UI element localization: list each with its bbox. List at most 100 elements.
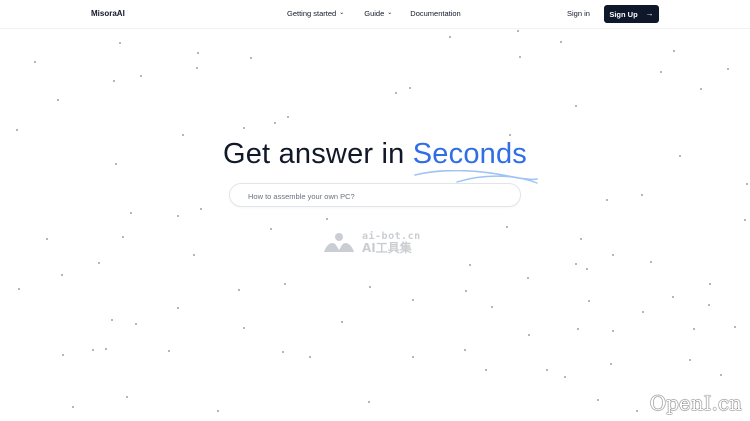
background-dot: [517, 30, 519, 32]
background-dot: [57, 99, 59, 101]
corner-watermark: OpenI.cn: [649, 391, 742, 415]
signup-button[interactable]: Sign Up →: [604, 5, 659, 23]
watermark-logo-icon: [324, 233, 354, 252]
background-dot: [588, 300, 590, 302]
watermark-line2: AI工具集: [362, 241, 412, 255]
background-dot: [612, 330, 614, 332]
background-dot: [284, 283, 286, 285]
background-dot: [62, 354, 64, 356]
background-dot: [709, 283, 711, 285]
background-dot: [243, 127, 245, 129]
background-dot: [485, 369, 487, 371]
chevron-down-icon: ⌄: [387, 9, 393, 16]
hero-title: Get answer in Seconds: [0, 138, 750, 184]
background-dot: [238, 289, 240, 291]
background-dot: [642, 311, 644, 313]
hero-title-accent: Seconds: [413, 138, 538, 184]
nav-menu: Getting started ⌄ Guide ⌄ Documentation: [287, 9, 461, 18]
background-dot: [546, 369, 548, 371]
background-dot: [597, 399, 599, 401]
background-dot: [92, 349, 94, 351]
background-dot: [577, 328, 579, 330]
hero-title-prefix: Get answer in: [222, 138, 413, 170]
background-dot: [111, 319, 113, 321]
background-dot: [126, 396, 128, 398]
background-dot: [412, 299, 414, 301]
background-dot: [519, 56, 521, 58]
nav-item-documentation[interactable]: Documentation: [410, 9, 460, 18]
search-input[interactable]: [246, 189, 510, 204]
background-dot: [612, 254, 614, 256]
background-dot: [641, 194, 643, 196]
background-dot: [636, 410, 638, 412]
background-dot: [113, 80, 115, 82]
nav-item-label: Guide: [364, 9, 385, 18]
background-dot: [46, 238, 48, 240]
background-dot: [744, 219, 746, 221]
background-dot: [727, 68, 729, 70]
background-dot: [564, 376, 566, 378]
background-dots: [0, 0, 750, 421]
background-dot: [140, 75, 142, 77]
background-dot: [217, 410, 219, 412]
background-dot: [412, 356, 414, 358]
background-dot: [689, 359, 691, 361]
background-dot: [660, 71, 662, 73]
background-dot: [527, 277, 529, 279]
background-dot: [177, 307, 179, 309]
nav-item-guide[interactable]: Guide ⌄: [364, 9, 392, 18]
top-navbar: MisoraAI Getting started ⌄ Guide ⌄ Docum…: [0, 0, 750, 29]
background-dot: [369, 286, 371, 288]
background-dot: [250, 57, 252, 59]
background-dot: [650, 261, 652, 263]
background-dot: [197, 52, 199, 54]
background-dot: [606, 199, 608, 201]
background-dot: [469, 264, 471, 266]
background-dot: [119, 42, 121, 44]
background-dot: [449, 36, 451, 38]
nav-item-getting-started[interactable]: Getting started ⌄: [287, 9, 344, 18]
background-dot: [34, 61, 36, 63]
background-dot: [491, 306, 493, 308]
background-dot: [72, 406, 74, 408]
chevron-down-icon: ⌄: [339, 9, 345, 16]
background-dot: [200, 208, 202, 210]
watermark: ai-bot.cn AI工具集: [322, 232, 421, 254]
arrow-right-icon: →: [645, 9, 654, 18]
background-dot: [734, 326, 736, 328]
background-dot: [341, 321, 343, 323]
background-dot: [580, 238, 582, 240]
background-dot: [274, 122, 276, 124]
background-dot: [746, 183, 748, 185]
background-dot: [98, 262, 100, 264]
background-dot: [560, 41, 562, 43]
watermark-text: ai-bot.cn AI工具集: [362, 232, 421, 255]
background-dot: [326, 218, 328, 220]
brand-logo-text[interactable]: MisoraAI: [91, 9, 125, 18]
background-dot: [506, 226, 508, 228]
background-dot: [575, 263, 577, 265]
search-bar[interactable]: [229, 183, 521, 207]
background-dot: [409, 87, 411, 89]
background-dot: [193, 254, 195, 256]
background-dot: [672, 296, 674, 298]
background-dot: [243, 327, 245, 329]
background-dot: [465, 290, 467, 292]
background-dot: [586, 268, 588, 270]
background-dot: [464, 349, 466, 351]
background-dot: [708, 304, 710, 306]
background-dot: [509, 134, 511, 136]
signup-button-label: Sign Up: [609, 9, 638, 19]
background-dot: [575, 105, 577, 107]
nav-item-label: Getting started: [287, 9, 337, 18]
background-dot: [182, 134, 184, 136]
background-dot: [720, 374, 722, 376]
background-dot: [196, 67, 198, 69]
background-dot: [105, 348, 107, 350]
background-dot: [122, 236, 124, 238]
background-dot: [130, 212, 132, 214]
background-dot: [287, 116, 289, 118]
background-dot: [395, 92, 397, 94]
background-dot: [177, 215, 179, 217]
signin-link[interactable]: Sign in: [567, 9, 590, 18]
